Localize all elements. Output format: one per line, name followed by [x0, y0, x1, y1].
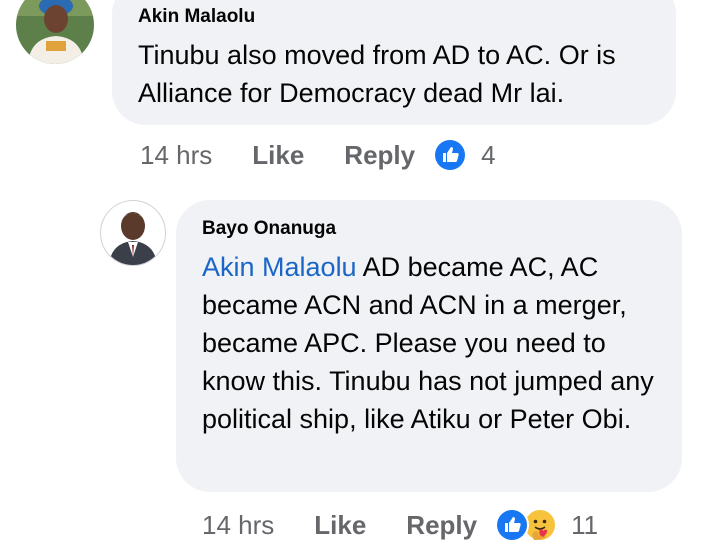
comment-text: Akin Malaolu AD became AC, AC became ACN… [202, 248, 658, 438]
reply-button[interactable]: Reply [344, 140, 415, 171]
comment-text: Tinubu also moved from AD to AC. Or is A… [138, 40, 616, 108]
avatar-bayo-onanuga[interactable] [100, 200, 166, 266]
reaction-count: 11 [571, 509, 599, 540]
timestamp[interactable]: 14 hrs [202, 510, 274, 541]
comment-author[interactable]: Bayo Onanuga [202, 218, 658, 240]
reply-button[interactable]: Reply [406, 510, 477, 541]
comment-actions: 14 hrs Like Reply 11 [202, 508, 598, 542]
like-button[interactable]: Like [314, 510, 366, 541]
comment-bubble: Akin Malaolu Tinubu also moved from AD t… [112, 0, 676, 125]
avatar-photo-icon [101, 201, 165, 265]
reply-bubble: Bayo Onanuga Akin Malaolu AD became AC, … [176, 200, 682, 492]
comment-author[interactable]: Akin Malaolu [138, 6, 650, 28]
like-reaction-icon [495, 508, 530, 542]
comment-actions: 14 hrs Like Reply 4 [140, 138, 496, 172]
avatar-photo-icon [16, 0, 94, 64]
mention-link[interactable]: Akin Malaolu [202, 252, 357, 282]
reactions-summary[interactable]: 11 [495, 508, 598, 542]
timestamp[interactable]: 14 hrs [140, 140, 212, 171]
avatar-akin-malaolu[interactable] [16, 0, 94, 64]
reaction-count: 4 [481, 139, 496, 170]
reactions-summary[interactable]: 4 [433, 138, 496, 172]
like-button[interactable]: Like [252, 140, 304, 171]
like-reaction-icon [433, 138, 468, 172]
